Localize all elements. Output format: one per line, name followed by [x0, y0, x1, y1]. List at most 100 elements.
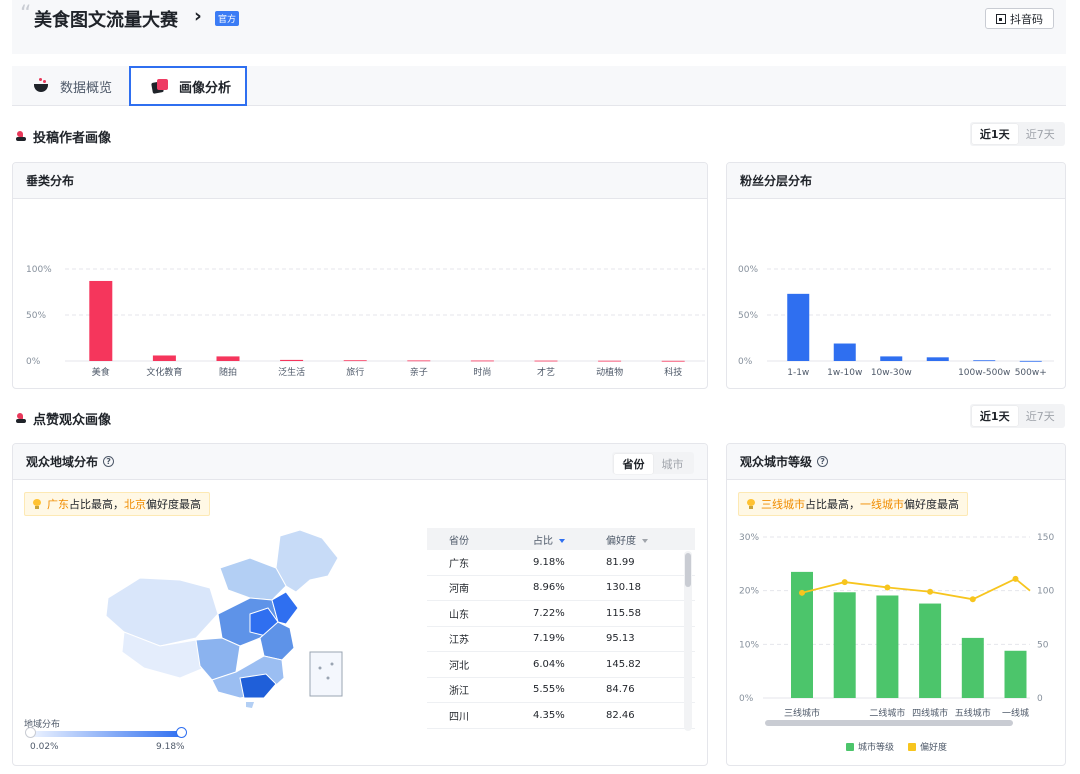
x-tick-label: 1w-10w [827, 368, 862, 378]
table-row[interactable]: 河南 8.96% 130.18 [427, 576, 695, 601]
bar-500w+ [1019, 360, 1042, 362]
y-right-tick-label: 50 [1037, 640, 1049, 650]
south-sea-dot [318, 666, 322, 670]
y-tick-label: 50% [26, 311, 46, 321]
legend-city-level[interactable]: 城市等级 [846, 740, 894, 753]
official-badge: 官方 [215, 11, 240, 26]
tab-bar: 数据概览 画像分析 [12, 66, 1066, 106]
page-title[interactable]: 美食图文流量大赛 [34, 6, 178, 32]
bar-100w-500w [973, 360, 996, 362]
fans-distribution-card: 粉丝分层分布 00% 50% 0% 1-1w 1w-10w 10w-30w 100w-500… [726, 162, 1066, 389]
city-tip: 三线城市 占比最高， 一线城市 偏好度最高 [738, 492, 968, 516]
legend-max-value: 9.18% [156, 742, 185, 752]
city-button[interactable]: 城市 [653, 454, 692, 474]
legend-max-handle[interactable] [176, 727, 187, 738]
tip-text: 偏好度最高 [146, 498, 201, 511]
map-region-west [105, 577, 219, 647]
bar-科技 [661, 360, 685, 362]
x-tick-label: 五线城市 [955, 707, 991, 719]
bar-动植物 [598, 360, 622, 362]
cell-share: 9.18% [533, 556, 565, 568]
sort-icon[interactable] [642, 538, 648, 543]
legend-label: 偏好度 [920, 743, 948, 753]
x-tick-label: 一线城 [1002, 707, 1029, 719]
cell-share: 4.35% [533, 709, 565, 721]
lightbulb-icon [747, 499, 755, 509]
y-tick-label: 0% [26, 357, 41, 367]
y-right-tick-label: 100 [1037, 587, 1054, 597]
legend-swatch-yellow [908, 742, 916, 751]
card-title: 观众地域分布 ? [13, 444, 707, 480]
help-icon[interactable]: ? [817, 456, 829, 467]
y-right-tick-label: 150 [1037, 533, 1054, 543]
table-row[interactable]: 浙江 5.55% 84.76 [427, 678, 695, 703]
x-tick-label: 二线城市 [869, 707, 905, 719]
table-row[interactable]: 河北 6.04% 145.82 [427, 652, 695, 678]
bar-1-1w [787, 293, 810, 361]
x-tick-label: 三线城市 [784, 707, 820, 719]
bar-30w-100w [926, 357, 949, 361]
range-7day-button[interactable]: 近7天 [1018, 124, 1064, 144]
range-7day-button[interactable]: 近7天 [1018, 406, 1064, 426]
province-city-toggle: 省份 城市 [612, 452, 694, 474]
lightbulb-icon [33, 499, 41, 509]
tab-profile-analysis[interactable]: 画像分析 [129, 66, 247, 106]
help-icon[interactable]: ? [103, 456, 115, 467]
map-region-hainan [246, 702, 254, 708]
bar-美食 [89, 280, 113, 361]
x-tick-label: 文化教育 [146, 366, 182, 378]
south-sea-dot [330, 662, 334, 666]
table-row[interactable]: 四川 4.35% 82.46 [427, 703, 695, 729]
x-tick-label: 美食 [92, 366, 110, 378]
col-preference[interactable]: 偏好度 [599, 532, 685, 547]
bar-时尚 [470, 360, 494, 362]
preference-point [799, 589, 805, 596]
bar-1w-10w [833, 343, 856, 361]
table-row[interactable]: 山东 7.22% 115.58 [427, 601, 695, 627]
cell-preference: 95.13 [606, 633, 635, 645]
author-range-toggle: 近1天 近7天 [970, 122, 1065, 146]
cell-share: 7.19% [533, 633, 565, 645]
tip-text: 占比最高， [69, 498, 124, 511]
douyin-code-button[interactable]: 抖音码 [985, 8, 1054, 29]
col-share[interactable]: 占比 [513, 532, 599, 547]
author-section-label: 投稿作者画像 [33, 131, 112, 146]
audience-section-icon [16, 413, 26, 424]
chevron-right-icon[interactable]: › [194, 5, 202, 27]
legend-min-handle[interactable] [25, 727, 36, 738]
y-left-tick-label: 20% [739, 587, 759, 597]
audience-range-toggle: 近1天 近7天 [970, 404, 1065, 428]
card-title: 观众城市等级 ? [727, 444, 1065, 480]
cell-share: 7.22% [533, 607, 565, 619]
bar-旅行 [343, 360, 367, 362]
table-row[interactable]: 江苏 7.19% 95.13 [427, 627, 695, 652]
cell-preference: 145.82 [606, 658, 641, 670]
cell-preference: 81.99 [606, 556, 635, 568]
legend-preference[interactable]: 偏好度 [908, 740, 947, 753]
tip-top-name: 广东 [47, 498, 69, 511]
y-tick-label: 00% [738, 265, 758, 275]
card-title-text: 垂类分布 [26, 174, 75, 188]
sort-desc-icon[interactable] [559, 538, 565, 543]
x-tick-label: 亲子 [410, 366, 428, 378]
chart-horizontal-scrollbar[interactable] [765, 720, 1013, 726]
y-left-tick-label: 0% [739, 694, 754, 704]
tip-text: 占比最高， [805, 498, 860, 511]
table-row[interactable]: 广东 9.18% 81.99 [427, 550, 695, 576]
tab-data-overview[interactable]: 数据概览 [32, 66, 112, 106]
bar-亲子 [407, 360, 431, 362]
province-button[interactable]: 省份 [614, 454, 653, 474]
table-scroll-thumb[interactable] [685, 553, 691, 587]
map-legend-gradient [30, 731, 182, 737]
x-tick-label: 动植物 [596, 366, 623, 378]
bar-文化教育 [152, 355, 176, 361]
range-1day-button[interactable]: 近1天 [972, 406, 1018, 426]
author-section-icon [16, 131, 26, 142]
y-left-tick-label: 30% [739, 533, 759, 543]
range-1day-button[interactable]: 近1天 [972, 124, 1018, 144]
x-tick-label: 科技 [664, 366, 682, 378]
preference-point [927, 588, 934, 595]
tab-label: 数据概览 [60, 80, 113, 96]
x-tick-label: 时尚 [473, 366, 491, 378]
preference-point [841, 579, 848, 586]
